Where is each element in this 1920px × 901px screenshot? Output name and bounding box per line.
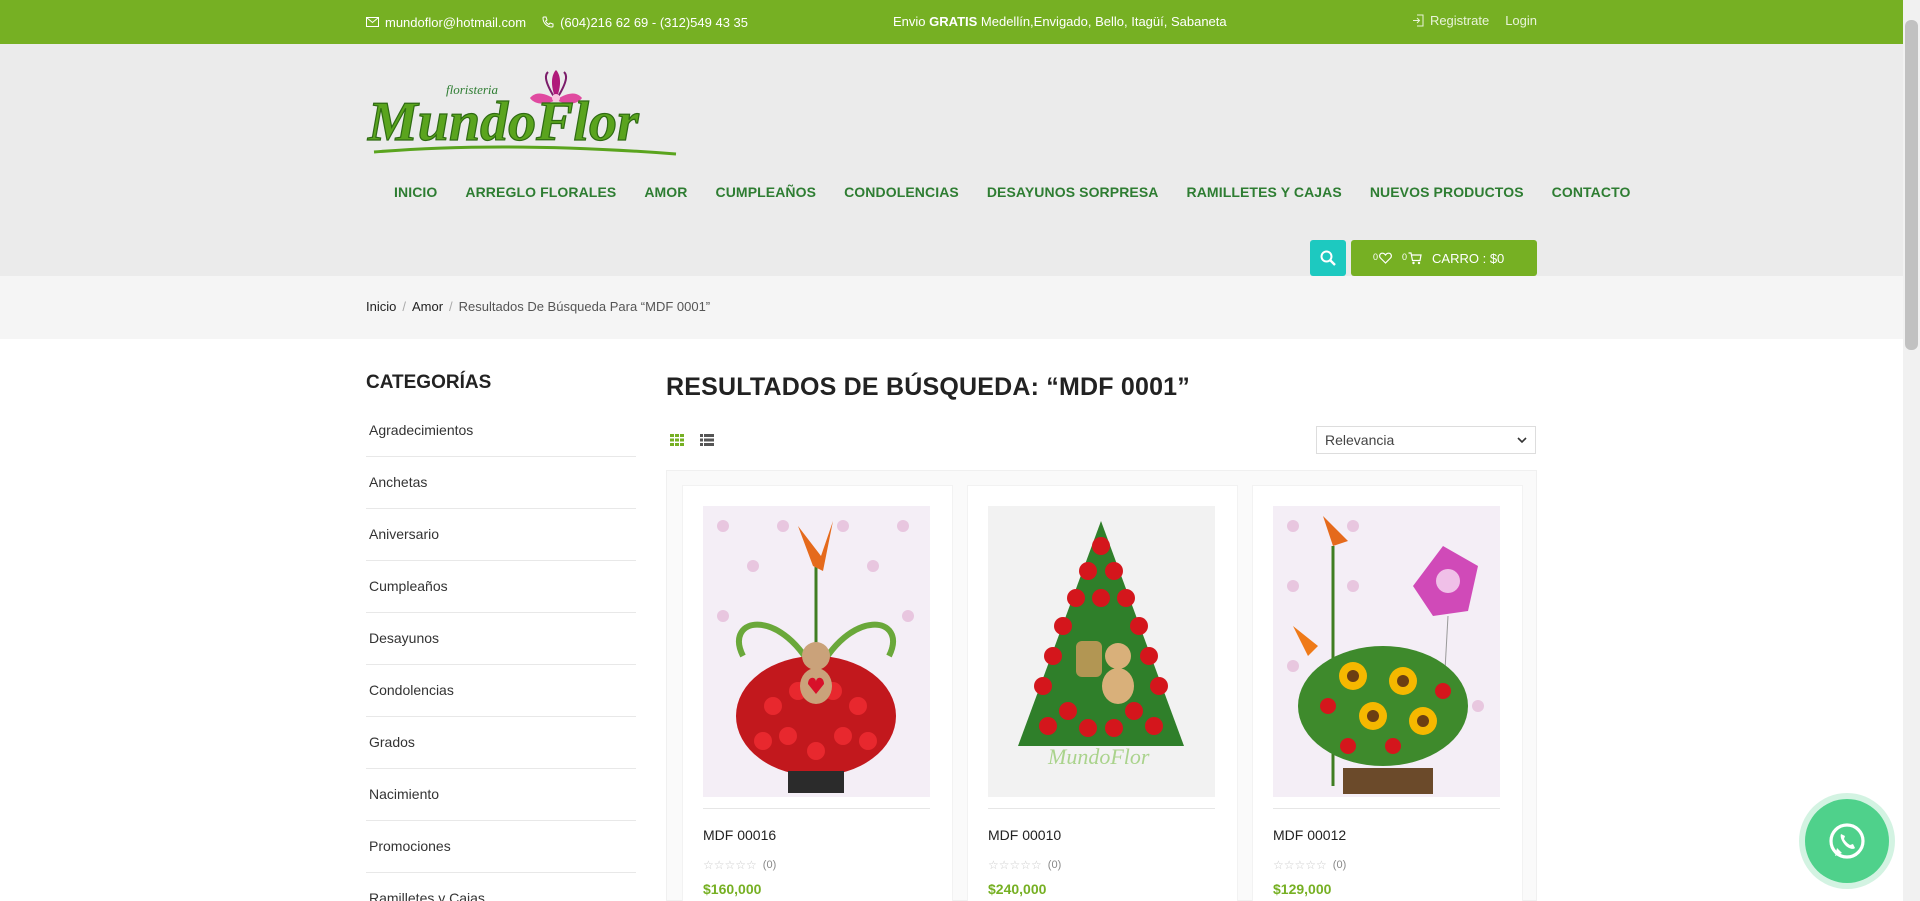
grid-icon: [670, 434, 684, 446]
cart-icon: [1408, 251, 1422, 264]
category-item[interactable]: Agradecimientos: [366, 405, 636, 457]
register-label: Registrate: [1429, 13, 1490, 28]
shipping-prefix: Envio: [893, 14, 930, 29]
product-image[interactable]: [1273, 506, 1500, 797]
product-rating: ☆☆☆☆☆ (0): [1273, 858, 1346, 872]
star-rating-icon: ☆☆☆☆☆: [988, 858, 1042, 872]
cart-button[interactable]: 0 0 CARRO : $0: [1351, 240, 1537, 276]
category-item[interactable]: Condolencias: [366, 665, 636, 717]
nav-amor[interactable]: AMOR: [630, 184, 701, 200]
main-nav: INICIO ARREGLO FLORALES AMOR CUMPLEAÑOS …: [380, 184, 1644, 200]
phone-icon: [542, 16, 554, 28]
product-name[interactable]: MDF 00010: [988, 827, 1061, 843]
nav-desayunos-sorpresa[interactable]: DESAYUNOS SORPRESA: [973, 184, 1173, 200]
email-contact[interactable]: mundoflor@hotmail.com: [366, 15, 526, 30]
product-rating: ☆☆☆☆☆ (0): [988, 858, 1061, 872]
shipping-notice: Envio GRATIS Medellín,Envigado, Bello, I…: [893, 14, 1227, 29]
phone-text: (604)216 62 69 - (312)549 43 35: [560, 14, 749, 30]
product-price: $160,000: [703, 881, 762, 897]
divider: [703, 808, 930, 809]
site-logo[interactable]: floristeria MundoFlor: [366, 70, 678, 160]
site-header: floristeria MundoFlor INICIO ARREGLO FLO…: [0, 44, 1903, 276]
cart-label: CARRO : $0: [1432, 250, 1505, 266]
categories-list: Agradecimientos Anchetas Aniversario Cum…: [366, 405, 636, 901]
product-name[interactable]: MDF 00016: [703, 827, 776, 843]
review-count: (0): [1047, 859, 1062, 871]
product-card[interactable]: MDF 00012 ☆☆☆☆☆ (0) $129,000: [1252, 485, 1523, 901]
search-button[interactable]: [1310, 240, 1346, 276]
shipping-cities: Medellín,Envigado, Bello, Itagüí, Sabane…: [977, 14, 1227, 29]
breadcrumb-current: Resultados De Búsqueda Para “MDF 0001”: [458, 299, 711, 314]
category-item[interactable]: Cumpleaños: [366, 561, 636, 613]
breadcrumb-separator: /: [402, 299, 406, 314]
nav-contacto[interactable]: CONTACTO: [1538, 184, 1645, 200]
review-count: (0): [762, 859, 777, 871]
sign-in-icon: [1412, 14, 1424, 27]
list-icon: [700, 434, 714, 446]
product-price: $240,000: [988, 881, 1047, 897]
logo-graphic: floristeria MundoFlor: [366, 70, 677, 156]
breadcrumb: Inicio / Amor / Resultados De Búsqueda P…: [366, 299, 710, 314]
product-name[interactable]: MDF 00012: [1273, 827, 1346, 843]
category-item[interactable]: Grados: [366, 717, 636, 769]
breadcrumb-bar: Inicio / Amor / Resultados De Búsqueda P…: [0, 276, 1903, 339]
category-item[interactable]: Aniversario: [366, 509, 636, 561]
breadcrumb-amor[interactable]: Amor: [412, 299, 443, 314]
scrollbar-thumb[interactable]: [1905, 20, 1918, 350]
login-link[interactable]: Login: [1505, 13, 1537, 28]
wishlist-link[interactable]: 0: [1373, 252, 1392, 264]
email-text: mundoflor@hotmail.com: [385, 14, 527, 30]
sort-select[interactable]: Relevancia: [1316, 426, 1536, 454]
review-count: (0): [1332, 859, 1347, 871]
svg-text:MundoFlor: MundoFlor: [1047, 744, 1150, 769]
category-item[interactable]: Ramilletes y Cajas: [366, 873, 636, 901]
results-title: RESULTADOS DE BÚSQUEDA: “MDF 0001”: [666, 373, 1190, 401]
breadcrumb-inicio[interactable]: Inicio: [366, 299, 396, 314]
nav-arreglo-florales[interactable]: ARREGLO FLORALES: [451, 184, 630, 200]
product-image[interactable]: MundoFlor: [988, 506, 1215, 797]
mail-icon: [366, 17, 379, 27]
category-item[interactable]: Promociones: [366, 821, 636, 873]
search-icon: [1320, 250, 1336, 266]
nav-cumpleanos[interactable]: CUMPLEAÑOS: [702, 184, 831, 200]
heart-icon: [1379, 252, 1392, 264]
nav-ramilletes-y-cajas[interactable]: RAMILLETES Y CAJAS: [1173, 184, 1356, 200]
list-view-toggle[interactable]: [700, 433, 714, 451]
category-item[interactable]: Anchetas: [366, 457, 636, 509]
shipping-free: GRATIS: [929, 14, 978, 29]
chevron-down-icon: [1517, 437, 1527, 443]
category-item[interactable]: Nacimiento: [366, 769, 636, 821]
divider: [1273, 808, 1500, 809]
nav-nuevos-productos[interactable]: NUEVOS PRODUCTOS: [1356, 184, 1538, 200]
sort-selected: Relevancia: [1325, 432, 1395, 448]
cart-count: 0: [1402, 251, 1408, 262]
categories-title: CATEGORÍAS: [366, 372, 492, 393]
whatsapp-button[interactable]: [1805, 799, 1889, 883]
star-rating-icon: ☆☆☆☆☆: [1273, 858, 1327, 872]
wishlist-count: 0: [1373, 252, 1379, 262]
logo-main-text: MundoFlor: [367, 91, 640, 153]
product-price: $129,000: [1273, 881, 1332, 897]
whatsapp-icon: [1829, 823, 1865, 859]
star-rating-icon: ☆☆☆☆☆: [703, 858, 757, 872]
product-rating: ☆☆☆☆☆ (0): [703, 858, 776, 872]
nav-inicio[interactable]: INICIO: [380, 184, 451, 200]
top-bar: mundoflor@hotmail.com (604)216 62 69 - (…: [0, 0, 1903, 44]
divider: [988, 808, 1215, 809]
product-grid: MDF 00016 ☆☆☆☆☆ (0) $160,000 MundoFlor M…: [666, 470, 1537, 901]
breadcrumb-separator: /: [449, 299, 453, 314]
product-card[interactable]: MDF 00016 ☆☆☆☆☆ (0) $160,000: [682, 485, 953, 901]
product-image[interactable]: [703, 506, 930, 797]
phone-contact[interactable]: (604)216 62 69 - (312)549 43 35: [542, 15, 748, 30]
register-link[interactable]: Registrate: [1412, 13, 1489, 28]
nav-condolencias[interactable]: CONDOLENCIAS: [830, 184, 973, 200]
product-card[interactable]: MundoFlor MDF 00010 ☆☆☆☆☆ (0) $240,000: [967, 485, 1238, 901]
grid-view-toggle[interactable]: [670, 433, 684, 451]
category-item[interactable]: Desayunos: [366, 613, 636, 665]
page-scrollbar[interactable]: [1903, 0, 1920, 901]
cart-count-group: 0: [1402, 252, 1422, 265]
